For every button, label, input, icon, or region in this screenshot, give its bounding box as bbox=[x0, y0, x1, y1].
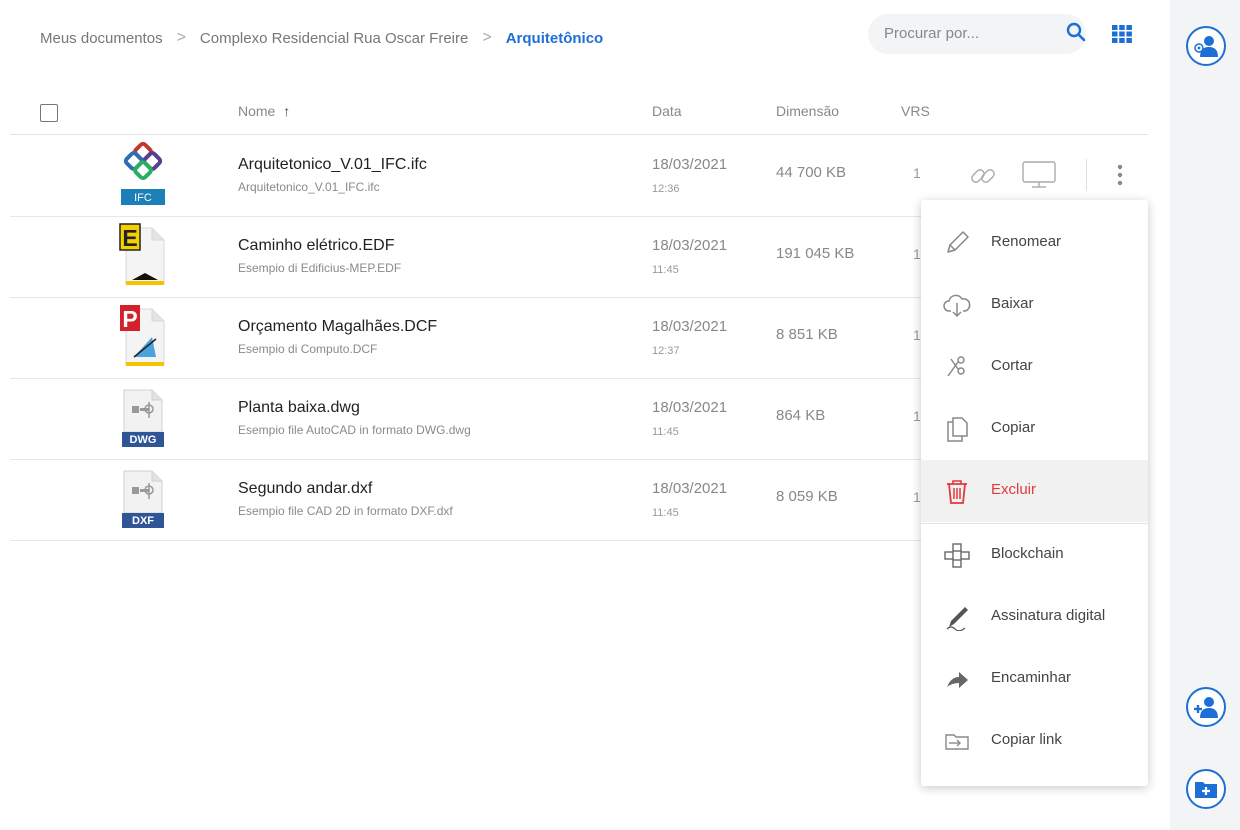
sort-arrow-icon: ↑ bbox=[283, 103, 291, 119]
breadcrumb-separator: > bbox=[176, 29, 186, 46]
column-header-name[interactable]: Nome ↑ bbox=[238, 103, 290, 119]
file-description: Esempio file AutoCAD in formato DWG.dwg bbox=[238, 423, 471, 437]
file-version: 1 bbox=[913, 327, 921, 343]
file-version: 1 bbox=[913, 246, 921, 262]
file-date: 18/03/2021 bbox=[652, 156, 728, 173]
add-user-button[interactable] bbox=[1186, 687, 1226, 727]
file-description: Esempio di Computo.DCF bbox=[238, 342, 378, 356]
file-name[interactable]: Planta baixa.dwg bbox=[238, 399, 360, 417]
menu-item-delete[interactable]: Excluir bbox=[921, 460, 1148, 522]
svg-text:DXF: DXF bbox=[132, 515, 154, 527]
menu-item-label: Cortar bbox=[991, 357, 1033, 374]
file-version: 1 bbox=[913, 165, 921, 181]
file-date: 18/03/2021 bbox=[652, 318, 728, 335]
file-name[interactable]: Orçamento Magalhães.DCF bbox=[238, 318, 437, 336]
copy-link-icon bbox=[945, 734, 969, 750]
menu-item-label: Excluir bbox=[991, 481, 1037, 498]
blockchain-icon bbox=[944, 543, 970, 568]
link-icon[interactable] bbox=[968, 161, 998, 191]
column-header-vrs[interactable]: VRS bbox=[901, 103, 930, 119]
trash-icon bbox=[947, 480, 967, 504]
copy-icon bbox=[947, 417, 968, 442]
file-time: 11:45 bbox=[652, 264, 679, 276]
svg-text:E: E bbox=[122, 225, 137, 251]
menu-item-label: Encaminhar bbox=[991, 669, 1072, 686]
file-version: 1 bbox=[913, 408, 921, 424]
menu-item-forward[interactable]: Encaminhar bbox=[921, 648, 1148, 710]
more-options-icon[interactable] bbox=[1114, 162, 1126, 188]
file-size: 8 851 KB bbox=[776, 326, 838, 343]
column-header-name-label: Nome bbox=[238, 103, 276, 119]
breadcrumb-item-current[interactable]: Arquitetônico bbox=[506, 30, 604, 47]
menu-item-cut[interactable]: Cortar bbox=[921, 336, 1148, 398]
user-settings-icon bbox=[1194, 36, 1218, 57]
scissors-icon bbox=[947, 356, 965, 377]
file-date: 18/03/2021 bbox=[652, 237, 728, 254]
menu-item-label: Copiar link bbox=[991, 731, 1062, 748]
file-time: 12:36 bbox=[652, 183, 680, 195]
file-time: 11:45 bbox=[652, 507, 679, 519]
menu-item-label: Renomear bbox=[991, 233, 1062, 250]
signature-pen-icon bbox=[946, 607, 968, 631]
file-date: 18/03/2021 bbox=[652, 399, 728, 416]
search-input[interactable] bbox=[882, 24, 1046, 43]
menu-item-label: Blockchain bbox=[991, 545, 1064, 562]
file-size: 8 059 KB bbox=[776, 488, 838, 505]
file-description: Esempio file CAD 2D in formato DXF.dxf bbox=[238, 504, 453, 518]
cloud-download-icon bbox=[943, 294, 971, 318]
breadcrumb-separator: > bbox=[482, 29, 492, 46]
menu-item-label: Baixar bbox=[991, 295, 1034, 312]
context-menu: Renomear Baixar Cortar Copiar Excluir Bl… bbox=[921, 200, 1148, 786]
file-name[interactable]: Caminho elétrico.EDF bbox=[238, 237, 395, 255]
main-content: Meus documentos > Complexo Residencial R… bbox=[0, 0, 1170, 830]
grid-view-icon[interactable] bbox=[1112, 25, 1132, 43]
monitor-icon[interactable] bbox=[1022, 160, 1056, 190]
menu-item-copy-link[interactable]: Copiar link bbox=[921, 710, 1148, 772]
action-divider bbox=[1086, 159, 1087, 191]
user-settings-button[interactable] bbox=[1186, 26, 1226, 66]
file-description: Arquitetonico_V.01_IFC.ifc bbox=[238, 180, 380, 194]
menu-item-download[interactable]: Baixar bbox=[921, 274, 1148, 336]
forward-arrow-icon bbox=[947, 672, 968, 688]
svg-text:DWG: DWG bbox=[130, 434, 157, 446]
select-all-checkbox[interactable] bbox=[40, 104, 58, 122]
menu-item-digital-signature[interactable]: Assinatura digital bbox=[921, 586, 1148, 648]
menu-item-copy[interactable]: Copiar bbox=[921, 398, 1148, 460]
file-time: 12:37 bbox=[652, 345, 680, 357]
column-header-date[interactable]: Data bbox=[652, 103, 682, 119]
dwg-file-icon: DWG bbox=[122, 389, 164, 447]
dcf-file-icon: P bbox=[120, 305, 165, 366]
search-box bbox=[868, 14, 1086, 54]
file-time: 11:45 bbox=[652, 426, 679, 438]
ifc-file-icon: IFC bbox=[121, 141, 165, 205]
breadcrumb-item-meus-documentos[interactable]: Meus documentos bbox=[40, 30, 163, 47]
search-icon[interactable] bbox=[1066, 22, 1086, 42]
menu-item-label: Copiar bbox=[991, 419, 1036, 436]
file-name[interactable]: Arquitetonico_V.01_IFC.ifc bbox=[238, 156, 427, 174]
menu-item-label: Assinatura digital bbox=[991, 607, 1106, 624]
svg-text:P: P bbox=[122, 306, 137, 332]
file-version: 1 bbox=[913, 489, 921, 505]
file-size: 191 045 KB bbox=[776, 245, 855, 262]
svg-text:IFC: IFC bbox=[134, 192, 152, 204]
edf-file-icon: E bbox=[119, 223, 165, 285]
menu-item-rename[interactable]: Renomear bbox=[921, 212, 1148, 274]
add-folder-button[interactable] bbox=[1186, 769, 1226, 809]
file-size: 44 700 KB bbox=[776, 164, 847, 181]
column-header-size[interactable]: Dimensão bbox=[776, 103, 839, 119]
breadcrumb: Meus documentos > Complexo Residencial R… bbox=[40, 26, 603, 50]
file-name[interactable]: Segundo andar.dxf bbox=[238, 480, 372, 498]
file-size: 864 KB bbox=[776, 407, 826, 424]
file-description: Esempio di Edificius-MEP.EDF bbox=[238, 261, 402, 275]
menu-item-blockchain[interactable]: Blockchain bbox=[921, 524, 1148, 586]
file-date: 18/03/2021 bbox=[652, 480, 728, 497]
add-folder-icon bbox=[1195, 782, 1217, 798]
pencil-icon bbox=[947, 231, 969, 253]
dxf-file-icon: DXF bbox=[122, 470, 164, 528]
add-user-icon bbox=[1194, 697, 1218, 718]
breadcrumb-item-complexo[interactable]: Complexo Residencial Rua Oscar Freire bbox=[200, 30, 468, 47]
